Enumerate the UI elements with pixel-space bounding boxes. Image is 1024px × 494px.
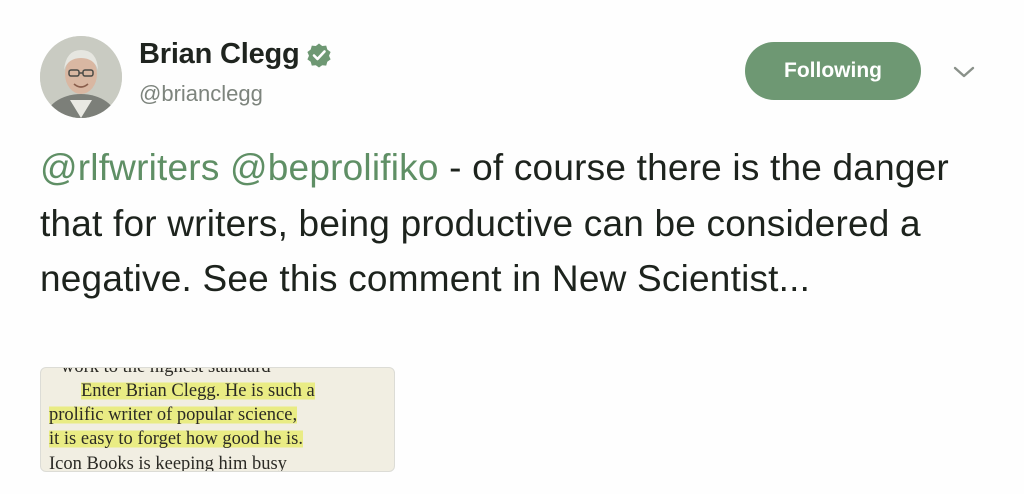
mention-link[interactable]: @beprolifiko	[230, 147, 439, 188]
following-button[interactable]: Following	[745, 42, 921, 100]
user-handle[interactable]: @brianclegg	[139, 81, 263, 107]
avatar[interactable]	[40, 36, 122, 118]
avatar-photo	[40, 36, 122, 118]
mention-link[interactable]: @rlfwriters	[40, 147, 220, 188]
user-name[interactable]: Brian Clegg	[139, 38, 300, 71]
clipping-line: prolific writer of popular science,	[49, 405, 298, 425]
media-image[interactable]: work to the highest standard Enter Brian…	[40, 367, 395, 472]
clipping-line: Enter Brian Clegg. He is such a	[81, 381, 315, 401]
clipping-line: Icon Books is keeping him busy	[49, 454, 287, 472]
chevron-down-icon[interactable]	[951, 64, 977, 80]
clipping-line: it is easy to forget how good he is.	[49, 429, 304, 449]
tweet-text: @rlfwriters @beprolifiko - of course the…	[40, 140, 1010, 307]
clipping-line: work to the highest standard	[61, 367, 271, 377]
verified-badge-icon	[306, 43, 331, 67]
user-name-row: Brian Clegg	[139, 38, 332, 71]
